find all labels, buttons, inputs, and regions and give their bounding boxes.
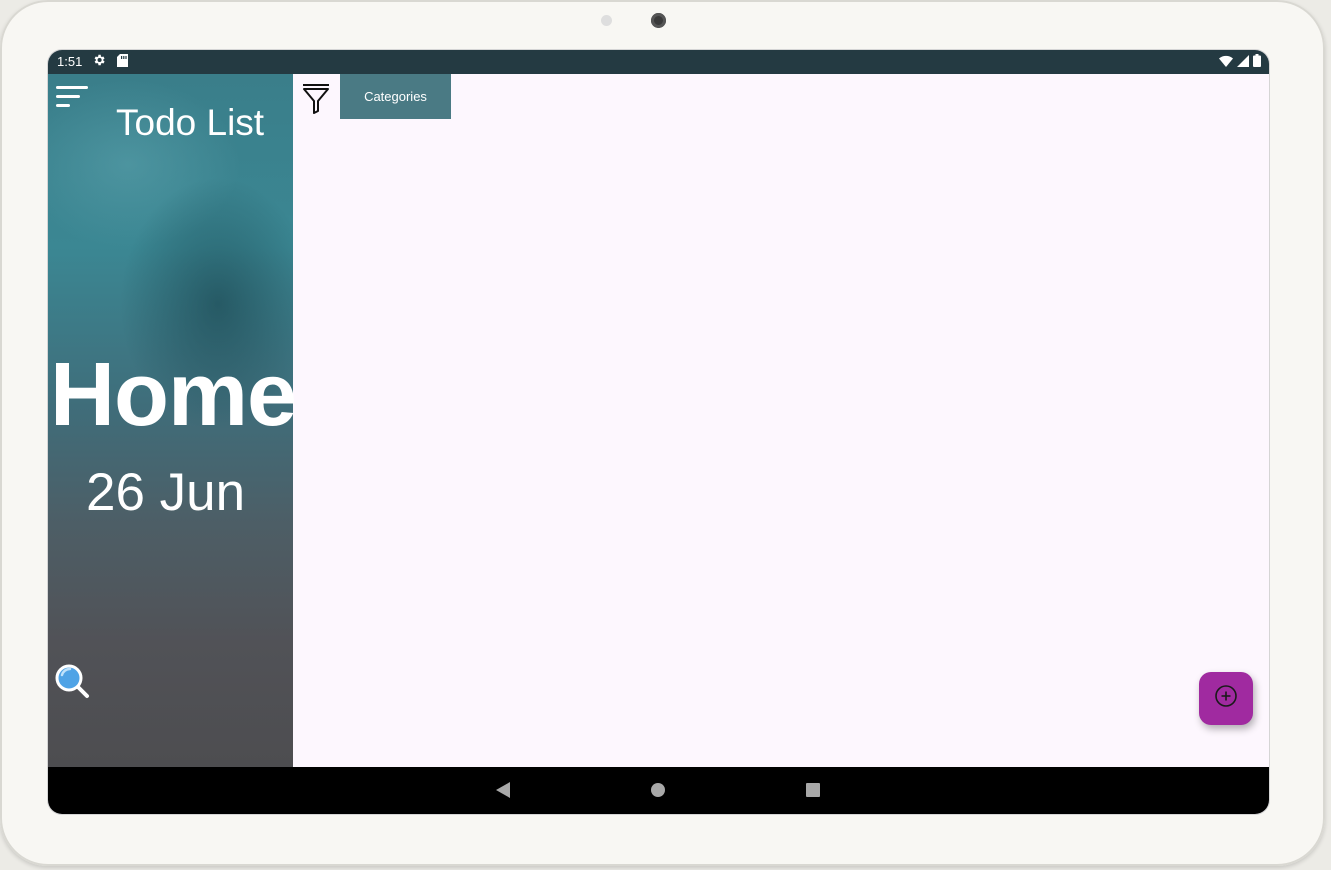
status-bar: 1:51 — [48, 50, 1269, 74]
back-icon[interactable] — [496, 782, 510, 803]
categories-button[interactable]: Categories — [340, 74, 451, 119]
section-title: Home — [50, 345, 297, 445]
app-title: Todo List — [116, 102, 265, 143]
search-icon[interactable] — [54, 663, 90, 699]
status-right-icons — [1219, 54, 1261, 70]
menu-icon[interactable] — [56, 84, 90, 110]
add-circle-icon — [1214, 684, 1238, 713]
filter-icon[interactable] — [301, 82, 331, 114]
signal-icon — [1237, 54, 1249, 70]
gear-icon — [92, 53, 106, 70]
date-label: 26 Jun — [86, 463, 246, 522]
sidebar: Todo List Home 26 Jun — [48, 74, 297, 767]
home-icon[interactable] — [651, 783, 665, 797]
recents-icon[interactable] — [806, 783, 820, 797]
wifi-icon — [1219, 55, 1233, 70]
front-camera — [651, 13, 666, 28]
sensor-dot — [601, 15, 612, 26]
navigation-bar — [48, 767, 1269, 814]
sd-card-icon — [117, 54, 128, 70]
status-time: 1:51 — [57, 54, 83, 69]
add-task-button[interactable] — [1199, 672, 1253, 725]
screen: 1:51 Todo List Home 26 Jun Categories — [48, 50, 1269, 814]
tablet-frame: 1:51 Todo List Home 26 Jun Categories — [0, 0, 1325, 866]
battery-icon — [1253, 54, 1261, 70]
